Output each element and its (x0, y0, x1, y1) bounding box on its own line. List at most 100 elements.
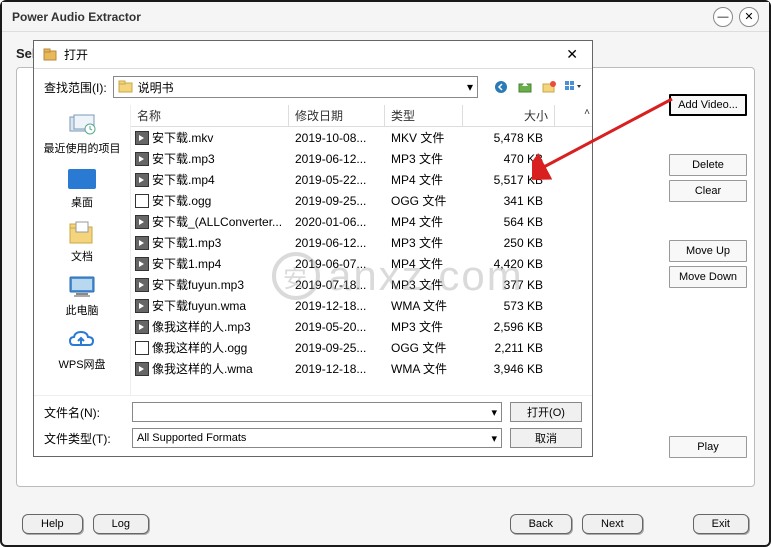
file-name: 安下载fuyun.wma (152, 297, 246, 314)
file-icon (135, 299, 149, 313)
minimize-button[interactable]: — (713, 7, 733, 27)
file-row[interactable]: 安下载_(ALLConverter...2020-01-06...MP4 文件5… (131, 211, 592, 232)
file-size: 2,211 KB (463, 341, 555, 355)
move-down-button[interactable]: Move Down (669, 266, 747, 288)
file-date: 2019-09-25... (289, 341, 385, 355)
sidebar-item-label: 文档 (71, 248, 93, 264)
file-row[interactable]: 安下载.mkv 2019-10-08...MKV 文件5,478 KB (131, 127, 592, 148)
folder-select[interactable]: 说明书 ▾ (113, 76, 478, 98)
cancel-button[interactable]: 取消 (510, 428, 582, 448)
file-row[interactable]: 像我这样的人.wma2019-12-18...WMA 文件3,946 KB (131, 358, 592, 379)
file-row[interactable]: 像我这样的人.ogg 2019-09-25...OGG 文件2,211 KB (131, 337, 592, 358)
clear-button[interactable]: Clear (669, 180, 747, 202)
file-name: 安下载1.mp3 (152, 234, 221, 251)
file-size: 341 KB (463, 194, 555, 208)
file-size: 250 KB (463, 236, 555, 250)
file-row[interactable]: 安下载.mp42019-05-22...MP4 文件5,517 KB (131, 169, 592, 190)
next-button[interactable]: Next (582, 514, 643, 534)
file-type: MP4 文件 (385, 255, 463, 272)
file-size: 573 KB (463, 299, 555, 313)
file-icon (135, 215, 149, 229)
open-button[interactable]: 打开(O) (510, 402, 582, 422)
file-date: 2019-05-22... (289, 173, 385, 187)
help-button[interactable]: Help (22, 514, 83, 534)
file-row[interactable]: 安下载1.mp3 2019-06-12...MP3 文件250 KB (131, 232, 592, 253)
sidebar-item-cloud[interactable]: WPS网盘 (34, 325, 130, 375)
file-size: 5,478 KB (463, 131, 555, 145)
file-type: MP3 文件 (385, 150, 463, 167)
filetype-label: 文件类型(T): (44, 430, 124, 447)
file-row[interactable]: 像我这样的人.mp32019-05-20...MP3 文件2,596 KB (131, 316, 592, 337)
file-name: 安下载.mp4 (152, 171, 215, 188)
file-icon (135, 341, 149, 355)
view-menu-icon[interactable] (564, 78, 582, 96)
scroll-up-icon[interactable]: ˄ (584, 107, 590, 118)
chevron-down-icon: ▾ (491, 406, 497, 419)
chevron-down-icon: ▾ (467, 80, 473, 94)
file-type: OGG 文件 (385, 339, 463, 356)
sidebar-item-documents[interactable]: 文档 (34, 217, 130, 267)
sidebar-item-label: WPS网盘 (58, 356, 105, 372)
dialog-close-button[interactable]: ✕ (560, 46, 584, 63)
dialog-icon (42, 47, 58, 63)
file-date: 2019-06-07... (289, 257, 385, 271)
file-type: OGG 文件 (385, 192, 463, 209)
file-date: 2019-10-08... (289, 131, 385, 145)
column-type[interactable]: 类型 (385, 105, 463, 126)
recent-icon (66, 112, 98, 138)
file-date: 2019-12-18... (289, 299, 385, 313)
title-bar: Power Audio Extractor — ✕ (2, 2, 769, 32)
file-type: MKV 文件 (385, 129, 463, 146)
file-row[interactable]: 安下载1.mp42019-06-07...MP4 文件4,420 KB (131, 253, 592, 274)
file-size: 564 KB (463, 215, 555, 229)
desktop-icon (66, 166, 98, 192)
play-button[interactable]: Play (669, 436, 747, 458)
back-button[interactable]: Back (510, 514, 572, 534)
file-type: WMA 文件 (385, 360, 463, 377)
back-nav-icon[interactable] (492, 78, 510, 96)
file-date: 2019-06-12... (289, 236, 385, 250)
file-type: MP3 文件 (385, 318, 463, 335)
add-video-button[interactable]: Add Video... (669, 94, 747, 116)
move-up-button[interactable]: Move Up (669, 240, 747, 262)
exit-button[interactable]: Exit (693, 514, 749, 534)
log-button[interactable]: Log (93, 514, 149, 534)
column-date[interactable]: 修改日期 (289, 105, 385, 126)
file-type: MP3 文件 (385, 234, 463, 251)
file-row[interactable]: 安下载fuyun.wma2019-12-18...WMA 文件573 KB (131, 295, 592, 316)
file-size: 377 KB (463, 278, 555, 292)
file-date: 2019-07-18... (289, 278, 385, 292)
file-list-header: 名称 修改日期 类型 大小 ˄ (131, 105, 592, 127)
file-row[interactable]: 安下载.mp32019-06-12...MP3 文件470 KB (131, 148, 592, 169)
file-icon (135, 320, 149, 334)
computer-icon (66, 274, 98, 300)
file-row[interactable]: 安下载.ogg2019-09-25...OGG 文件341 KB (131, 190, 592, 211)
new-folder-icon[interactable] (540, 78, 558, 96)
file-icon (135, 362, 149, 376)
sidebar-item-computer[interactable]: 此电脑 (34, 271, 130, 321)
up-folder-icon[interactable] (516, 78, 534, 96)
file-icon (135, 194, 149, 208)
file-type: MP4 文件 (385, 213, 463, 230)
filename-input[interactable]: ▾ (132, 402, 502, 422)
file-name: 像我这样的人.ogg (152, 339, 247, 356)
column-name[interactable]: 名称 (131, 105, 289, 126)
sidebar-item-recent[interactable]: 最近使用的项目 (34, 109, 130, 159)
close-button[interactable]: ✕ (739, 7, 759, 27)
file-icon (135, 131, 149, 145)
file-name: 像我这样的人.wma (152, 360, 253, 377)
file-size: 470 KB (463, 152, 555, 166)
sidebar-item-desktop[interactable]: 桌面 (34, 163, 130, 213)
folder-name: 说明书 (138, 79, 174, 96)
file-date: 2019-06-12... (289, 152, 385, 166)
lookup-label: 查找范围(I): (44, 79, 107, 96)
file-name: 安下载.mkv (152, 129, 213, 146)
file-icon (135, 236, 149, 250)
filetype-select[interactable]: All Supported Formats▾ (132, 428, 502, 448)
file-row[interactable]: 安下载fuyun.mp32019-07-18...MP3 文件377 KB (131, 274, 592, 295)
column-size[interactable]: 大小 (463, 105, 555, 126)
file-size: 5,517 KB (463, 173, 555, 187)
sidebar-item-label: 最近使用的项目 (44, 140, 121, 156)
file-icon (135, 173, 149, 187)
delete-button[interactable]: Delete (669, 154, 747, 176)
